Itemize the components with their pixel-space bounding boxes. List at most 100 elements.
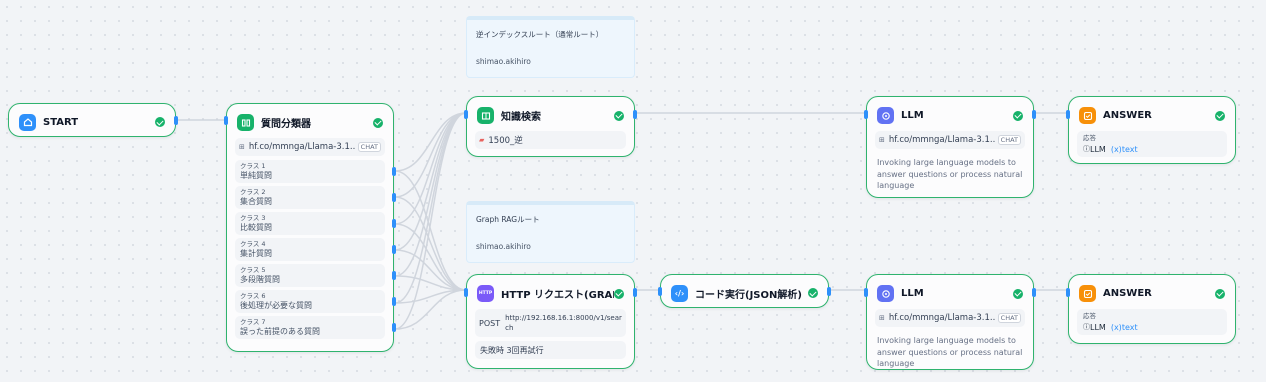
input-port[interactable] bbox=[864, 288, 868, 297]
variable-ref: ⓘ LLM (x) text bbox=[1083, 144, 1221, 154]
chat-tag: CHAT bbox=[357, 142, 381, 152]
llm-ref-icon: ⓘ bbox=[1083, 145, 1090, 153]
input-port[interactable] bbox=[658, 287, 662, 296]
class-item[interactable]: クラス 7 誤った前提のある質問 bbox=[235, 316, 396, 339]
http-icon: HTTP bbox=[477, 285, 494, 302]
class-item[interactable]: クラス 5 多段階質問 bbox=[235, 264, 396, 287]
success-check-icon bbox=[614, 110, 624, 121]
class-value: 集計質問 bbox=[240, 249, 272, 258]
edge-class5-http bbox=[394, 275, 467, 291]
model-name: hf.co/mmnga/Llama-3.1... bbox=[248, 142, 356, 152]
code-node[interactable]: ‹/› コード実行(JSON解析) bbox=[658, 274, 831, 308]
model-selector[interactable]: ⊞ hf.co/mmnga/Llama-3.1... CHAT bbox=[875, 131, 1025, 149]
class-label: クラス 5 bbox=[240, 266, 266, 274]
variable-icon: (x) bbox=[1110, 322, 1122, 332]
node-title: LLM bbox=[901, 110, 924, 121]
class-value: 集合質問 bbox=[240, 197, 272, 206]
class-list: クラス 1 単純質問 クラス 2 集合質問 クラス 3 比較質問 クラス 4 集計質問 クラス … bbox=[227, 160, 396, 339]
variable-name: text bbox=[1121, 144, 1138, 154]
note-graph-rag[interactable]: Graph RAGルート shimao.akihiro bbox=[466, 201, 635, 263]
edge-class6-http bbox=[394, 289, 467, 304]
answer-variable[interactable]: 応答 ⓘ LLM (x) text bbox=[1077, 309, 1227, 335]
input-port[interactable] bbox=[464, 110, 468, 119]
output-port[interactable] bbox=[827, 287, 831, 296]
note-inverted-index[interactable]: 逆インデックスルート（通常ルート） shimao.akihiro bbox=[466, 16, 635, 78]
answer-node-1[interactable]: ANSWER 応答 ⓘ LLM (x) text bbox=[1066, 96, 1236, 164]
input-port[interactable] bbox=[864, 110, 868, 119]
output-port[interactable] bbox=[633, 288, 637, 297]
edge-class4-http bbox=[394, 249, 467, 291]
class-output-port[interactable] bbox=[392, 297, 396, 306]
model-selector[interactable]: ⊞ hf.co/mmnga/Llama-3.1... CHAT bbox=[235, 138, 385, 156]
llm-icon bbox=[877, 285, 894, 302]
class-output-port[interactable] bbox=[392, 219, 396, 228]
output-port[interactable] bbox=[1032, 288, 1036, 297]
class-label: クラス 2 bbox=[240, 188, 266, 196]
class-item[interactable]: クラス 4 集計質問 bbox=[235, 238, 396, 261]
note-author: shimao.akihiro bbox=[476, 242, 531, 251]
http-url: http://192.168.16.1:8000/v1/search bbox=[505, 314, 622, 332]
class-label: クラス 6 bbox=[240, 292, 266, 300]
class-label: クラス 7 bbox=[240, 318, 266, 326]
edge-class2-knowledge bbox=[394, 112, 467, 198]
answer-variable[interactable]: 応答 ⓘ LLM (x) text bbox=[1077, 131, 1227, 157]
node-title: START bbox=[43, 116, 79, 128]
note-text: 逆インデックスルート（通常ルート） bbox=[476, 30, 604, 39]
model-icon: ⊞ bbox=[879, 314, 885, 322]
success-check-icon bbox=[373, 117, 383, 128]
edge-class4-knowledge bbox=[394, 112, 467, 251]
model-selector[interactable]: ⊞ hf.co/mmnga/Llama-3.1... CHAT bbox=[875, 309, 1025, 327]
question-classifier-node[interactable]: 質問分類器 ⊞ hf.co/mmnga/Llama-3.1... CHAT クラ… bbox=[224, 103, 396, 352]
class-value: 後処理が必要な質問 bbox=[240, 301, 312, 310]
class-output-port[interactable] bbox=[392, 271, 396, 280]
start-node[interactable]: START bbox=[8, 103, 178, 137]
edge-class6-knowledge bbox=[394, 112, 467, 304]
chat-tag: CHAT bbox=[997, 313, 1021, 323]
input-port[interactable] bbox=[1066, 110, 1070, 119]
llm-node-2[interactable]: LLM ⊞ hf.co/mmnga/Llama-3.1... CHAT Invo… bbox=[864, 274, 1036, 370]
knowledge-retrieval-node[interactable]: 知識検索 ▰ 1500_逆 bbox=[464, 96, 637, 157]
class-output-port[interactable] bbox=[392, 193, 396, 202]
class-item[interactable]: クラス 3 比較質問 bbox=[235, 212, 396, 235]
input-port[interactable] bbox=[1066, 288, 1070, 297]
classifier-icon bbox=[237, 114, 254, 131]
book-icon bbox=[477, 107, 494, 124]
dataset-item[interactable]: ▰ 1500_逆 bbox=[475, 131, 626, 149]
node-title: 知識検索 bbox=[501, 112, 541, 123]
edge-class3-http bbox=[394, 223, 467, 291]
chat-tag: CHAT bbox=[997, 135, 1021, 145]
edge-class7-http bbox=[394, 289, 467, 330]
http-endpoint[interactable]: POST http://192.168.16.1:8000/v1/search bbox=[475, 309, 626, 337]
class-item[interactable]: クラス 6 後処理が必要な質問 bbox=[235, 290, 396, 313]
edge-class2-http bbox=[394, 196, 467, 291]
node-description: Invoking large language models to answer… bbox=[877, 336, 1023, 368]
model-name: hf.co/mmnga/Llama-3.1... bbox=[888, 313, 996, 323]
class-output-port[interactable] bbox=[392, 323, 396, 332]
output-port[interactable] bbox=[1032, 110, 1036, 119]
class-output-port[interactable] bbox=[392, 245, 396, 254]
class-item[interactable]: クラス 2 集合質問 bbox=[235, 186, 396, 209]
class-item[interactable]: クラス 1 単純質問 bbox=[235, 160, 396, 183]
model-name: hf.co/mmnga/Llama-3.1... bbox=[888, 135, 996, 145]
variable-ref: ⓘ LLM (x) text bbox=[1083, 322, 1221, 332]
class-label: クラス 4 bbox=[240, 240, 266, 248]
note-author: shimao.akihiro bbox=[476, 57, 531, 66]
http-request-node[interactable]: HTTP HTTP リクエスト(GRAPHRAGサ POST http://19… bbox=[464, 274, 637, 369]
input-port[interactable] bbox=[464, 288, 468, 297]
class-label: クラス 3 bbox=[240, 214, 266, 222]
edge-class3-knowledge bbox=[394, 112, 467, 225]
variable-label: 応答 bbox=[1083, 312, 1096, 320]
input-port[interactable] bbox=[224, 116, 228, 125]
success-check-icon bbox=[155, 117, 165, 127]
class-output-port[interactable] bbox=[392, 167, 396, 176]
home-icon bbox=[19, 113, 36, 131]
output-port[interactable] bbox=[633, 110, 637, 119]
node-title: ANSWER bbox=[1103, 288, 1152, 299]
output-port[interactable] bbox=[174, 116, 178, 125]
http-method: POST bbox=[479, 318, 501, 328]
answer-node-2[interactable]: ANSWER 応答 ⓘ LLM (x) text bbox=[1066, 274, 1236, 344]
node-description: Invoking large language models to answer… bbox=[877, 158, 1023, 190]
class-value: 多段階質問 bbox=[240, 275, 280, 284]
llm-node-1[interactable]: LLM ⊞ hf.co/mmnga/Llama-3.1... CHAT Invo… bbox=[864, 96, 1036, 198]
node-title: ANSWER bbox=[1103, 110, 1152, 121]
